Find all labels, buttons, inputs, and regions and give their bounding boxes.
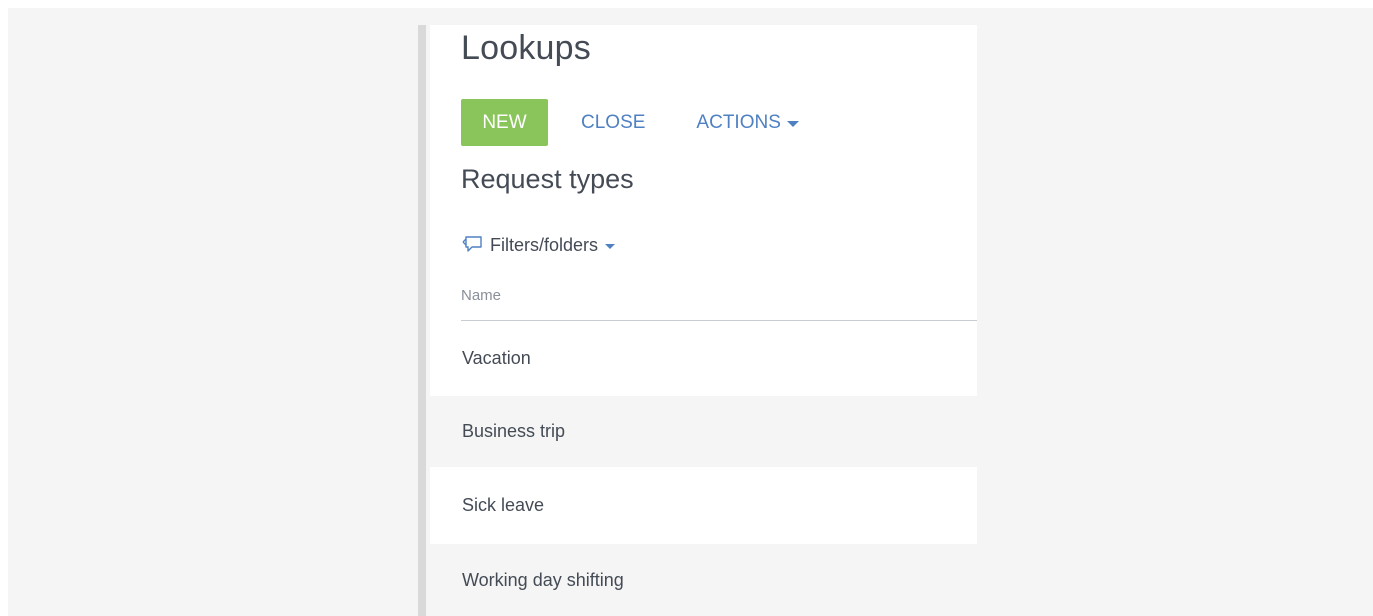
table-row[interactable]: Working day shifting (430, 544, 977, 616)
cell-name: Business trip (462, 421, 566, 441)
filter-icon (462, 236, 482, 252)
table-body: Vacation Business trip Sick leave Workin… (430, 321, 977, 616)
new-button[interactable]: NEW (461, 99, 548, 146)
panel-left-border (418, 25, 426, 616)
filters-folders-button[interactable]: Filters/folders (461, 234, 616, 256)
close-button[interactable]: CLOSE (581, 112, 645, 134)
actions-label: ACTIONS (696, 111, 781, 133)
cell-name: Sick leave (462, 495, 545, 515)
cell-name: Vacation (462, 348, 531, 368)
table-row[interactable]: Sick leave (430, 467, 977, 544)
table-row[interactable]: Business trip (430, 396, 977, 467)
toolbar: NEW CLOSE ACTIONS (461, 99, 799, 146)
actions-button[interactable]: ACTIONS (696, 111, 799, 134)
chevron-down-icon (786, 120, 799, 127)
lookups-panel: Lookups NEW CLOSE ACTIONS Request types … (430, 25, 977, 616)
chevron-down-icon (605, 243, 616, 249)
table-row[interactable]: Vacation (430, 321, 977, 396)
section-title: Request types (461, 164, 634, 194)
column-header-name[interactable]: Name (461, 287, 977, 321)
page-title: Lookups (461, 29, 591, 67)
cell-name: Working day shifting (462, 569, 624, 590)
filters-folders-label: Filters/folders (490, 234, 599, 255)
